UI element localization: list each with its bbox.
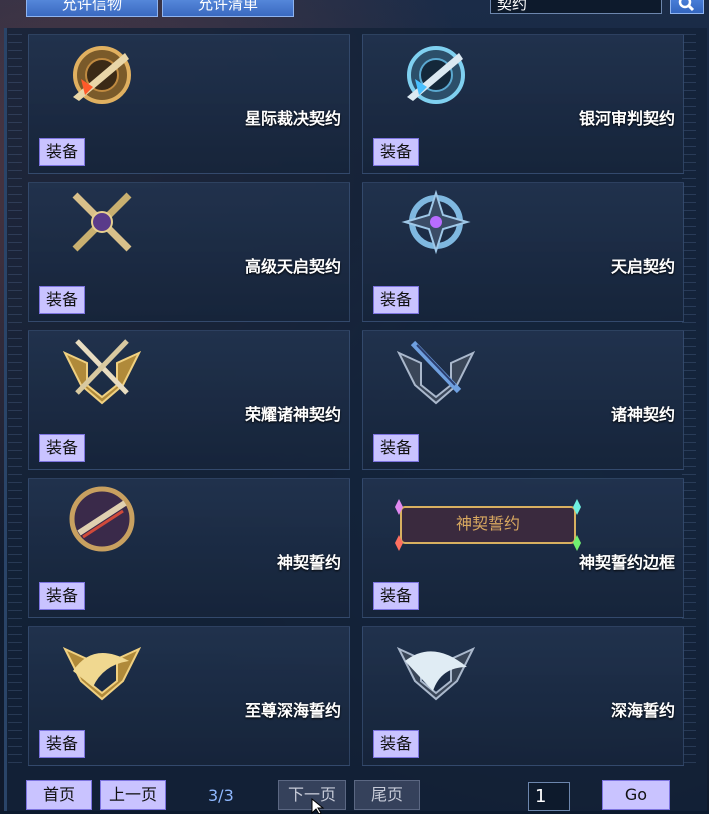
contract-card[interactable]: 天启契约 装备 bbox=[362, 182, 684, 322]
equip-button[interactable]: 装备 bbox=[39, 286, 85, 314]
gold-shield-swords-icon bbox=[63, 339, 141, 405]
ring-emblem-icon bbox=[69, 486, 135, 552]
item-name: 星际裁决契约 bbox=[244, 109, 341, 128]
mouse-cursor-icon bbox=[311, 798, 325, 814]
last-page-button[interactable]: 尾页 bbox=[354, 780, 420, 810]
contract-card[interactable]: 神契誓约 装备 bbox=[28, 478, 350, 618]
go-button[interactable]: Go bbox=[602, 780, 670, 810]
nameplate-frame-icon: 神契誓约 bbox=[395, 499, 581, 551]
contract-card[interactable]: 高级天启契约 装备 bbox=[28, 182, 350, 322]
item-name: 神契誓约 bbox=[276, 553, 341, 572]
silver-shark-shield-icon bbox=[397, 646, 475, 701]
equip-button[interactable]: 装备 bbox=[373, 730, 419, 758]
contract-card[interactable]: 荣耀诸神契约 装备 bbox=[28, 330, 350, 470]
left-scroll-rail bbox=[8, 34, 22, 764]
contract-card[interactable]: 星际裁决契约 装备 bbox=[28, 34, 350, 174]
equip-button[interactable]: 装备 bbox=[39, 434, 85, 462]
page-indicator: 3/3 bbox=[208, 786, 234, 805]
page-number-input[interactable]: 1 bbox=[528, 782, 570, 811]
frame-label: 神契誓约 bbox=[456, 514, 520, 533]
contract-card[interactable]: 诸神契约 装备 bbox=[362, 330, 684, 470]
item-name: 荣耀诸神契约 bbox=[244, 405, 341, 424]
equip-button[interactable]: 装备 bbox=[39, 138, 85, 166]
contract-card[interactable]: 至尊深海誓约 装备 bbox=[28, 626, 350, 766]
gear-wing-icon bbox=[73, 46, 131, 104]
equip-button[interactable]: 装备 bbox=[373, 434, 419, 462]
gold-shark-shield-icon bbox=[63, 646, 141, 701]
item-name: 天启契约 bbox=[610, 257, 675, 276]
item-name: 神契誓约边框 bbox=[578, 553, 675, 572]
contract-card[interactable]: 银河审判契约 装备 bbox=[362, 34, 684, 174]
blue-gear-wing-icon bbox=[407, 46, 465, 104]
search-button[interactable] bbox=[670, 0, 704, 14]
equip-button[interactable]: 装备 bbox=[39, 582, 85, 610]
equip-button[interactable]: 装备 bbox=[373, 582, 419, 610]
equip-button[interactable]: 装备 bbox=[373, 138, 419, 166]
contract-card[interactable]: 深海誓约 装备 bbox=[362, 626, 684, 766]
item-name: 至尊深海誓约 bbox=[244, 701, 341, 720]
item-name: 诸神契约 bbox=[610, 405, 675, 424]
blue-star-icon bbox=[401, 189, 471, 255]
contract-card[interactable]: 神契誓约 神契誓约边框 装备 bbox=[362, 478, 684, 618]
first-page-button[interactable]: 首页 bbox=[26, 780, 92, 810]
tab-allowed-list[interactable]: 允许清单 bbox=[162, 0, 294, 17]
dark-shield-sword-icon bbox=[397, 340, 475, 405]
equip-button[interactable]: 装备 bbox=[373, 286, 419, 314]
item-name: 深海誓约 bbox=[610, 701, 675, 720]
equip-button[interactable]: 装备 bbox=[39, 730, 85, 758]
search-input[interactable]: 契约 bbox=[490, 0, 662, 14]
right-scroll-rail[interactable] bbox=[682, 34, 696, 764]
prev-page-button[interactable]: 上一页 bbox=[100, 780, 166, 810]
crossed-swords-icon bbox=[72, 192, 132, 252]
item-name: 银河审判契约 bbox=[578, 109, 675, 128]
search-icon bbox=[678, 0, 695, 12]
tab-allowed-tokens[interactable]: 允许信物 bbox=[26, 0, 158, 17]
item-name: 高级天启契约 bbox=[244, 257, 341, 276]
